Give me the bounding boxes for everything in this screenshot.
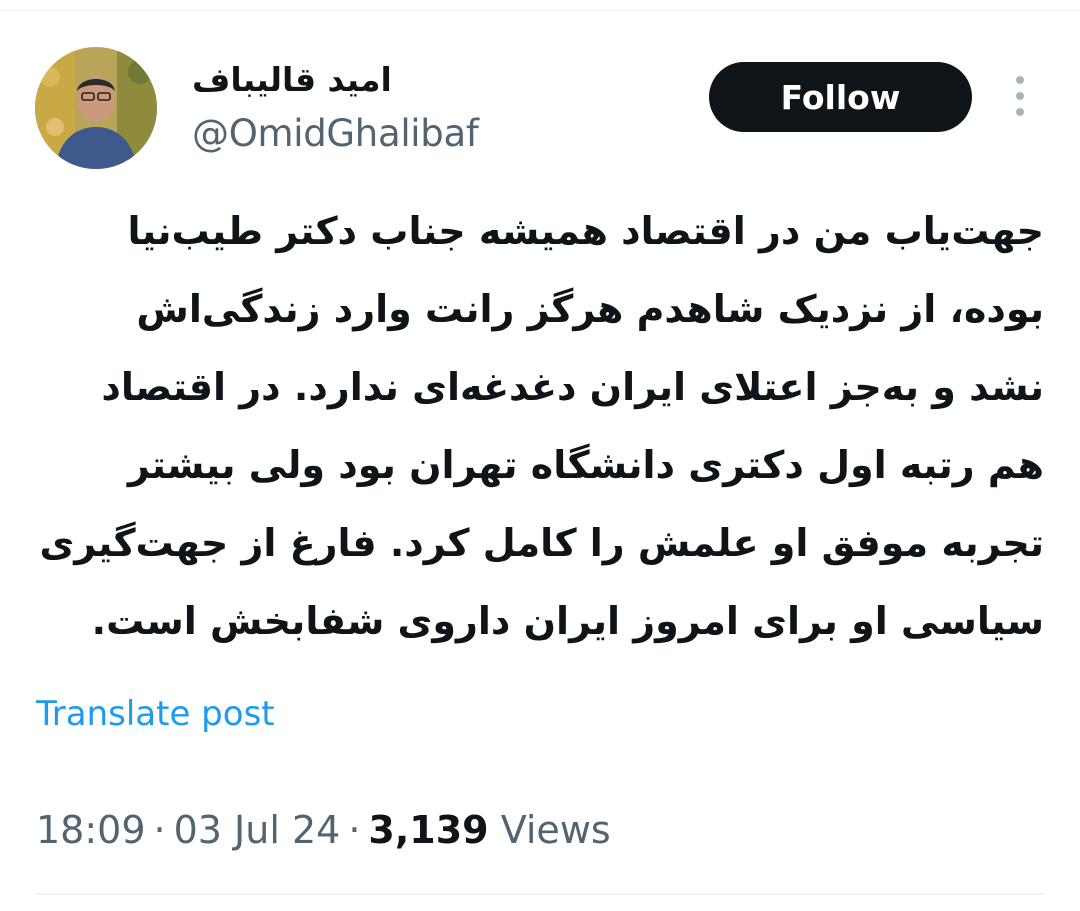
tweet-line: جهت‌یاب من در اقتصاد همیشه جناب دکتر طیب… — [127, 209, 1045, 253]
tweet-screen: امید قالیباف @OmidGhalibaf Follow جهت‌یا… — [0, 0, 1080, 911]
author-display-name[interactable]: امید قالیباف — [192, 58, 492, 102]
follow-button[interactable]: Follow — [709, 62, 972, 132]
tweet-line: بوده، از نزدیک شاهدم هرگز رانت وارد زندگ… — [136, 287, 1044, 331]
more-dot — [1016, 76, 1024, 84]
views-count: 3,139 — [368, 808, 489, 852]
meta-separator: · — [153, 808, 166, 852]
tweet-line: هم رتبه اول دکتری دانشگاه تهران بود ولی … — [127, 443, 1044, 487]
bottom-divider — [36, 893, 1044, 895]
avatar-photo-icon — [35, 47, 157, 169]
tweet-line: تجربه موفق او علمش را کامل کرد. فارغ از … — [39, 521, 1044, 565]
tweet-meta: 18:09 · 03 Jul 24 · 3,139 Views — [36, 804, 611, 856]
views-label: Views — [500, 808, 611, 852]
top-divider — [0, 10, 1080, 11]
author-avatar[interactable] — [35, 47, 157, 169]
author-handle[interactable]: @OmidGhalibaf — [192, 110, 479, 158]
post-date[interactable]: 03 Jul 24 — [174, 808, 341, 852]
post-time[interactable]: 18:09 — [36, 808, 146, 852]
meta-separator: · — [348, 808, 361, 852]
more-options-icon[interactable] — [1006, 76, 1034, 116]
more-dot — [1016, 108, 1024, 116]
tweet-text: جهت‌یاب من در اقتصاد همیشه جناب دکتر طیب… — [36, 192, 1044, 660]
tweet-line: نشد و به‌جز اعتلای ایران دغدغه‌ای ندارد.… — [101, 365, 1044, 409]
more-dot — [1016, 92, 1024, 100]
translate-post-link[interactable]: Translate post — [36, 690, 275, 738]
author-name-text: امید قالیباف — [192, 60, 392, 99]
tweet-line: سیاسی او برای امروز ایران داروی شفابخش ا… — [91, 599, 1044, 643]
